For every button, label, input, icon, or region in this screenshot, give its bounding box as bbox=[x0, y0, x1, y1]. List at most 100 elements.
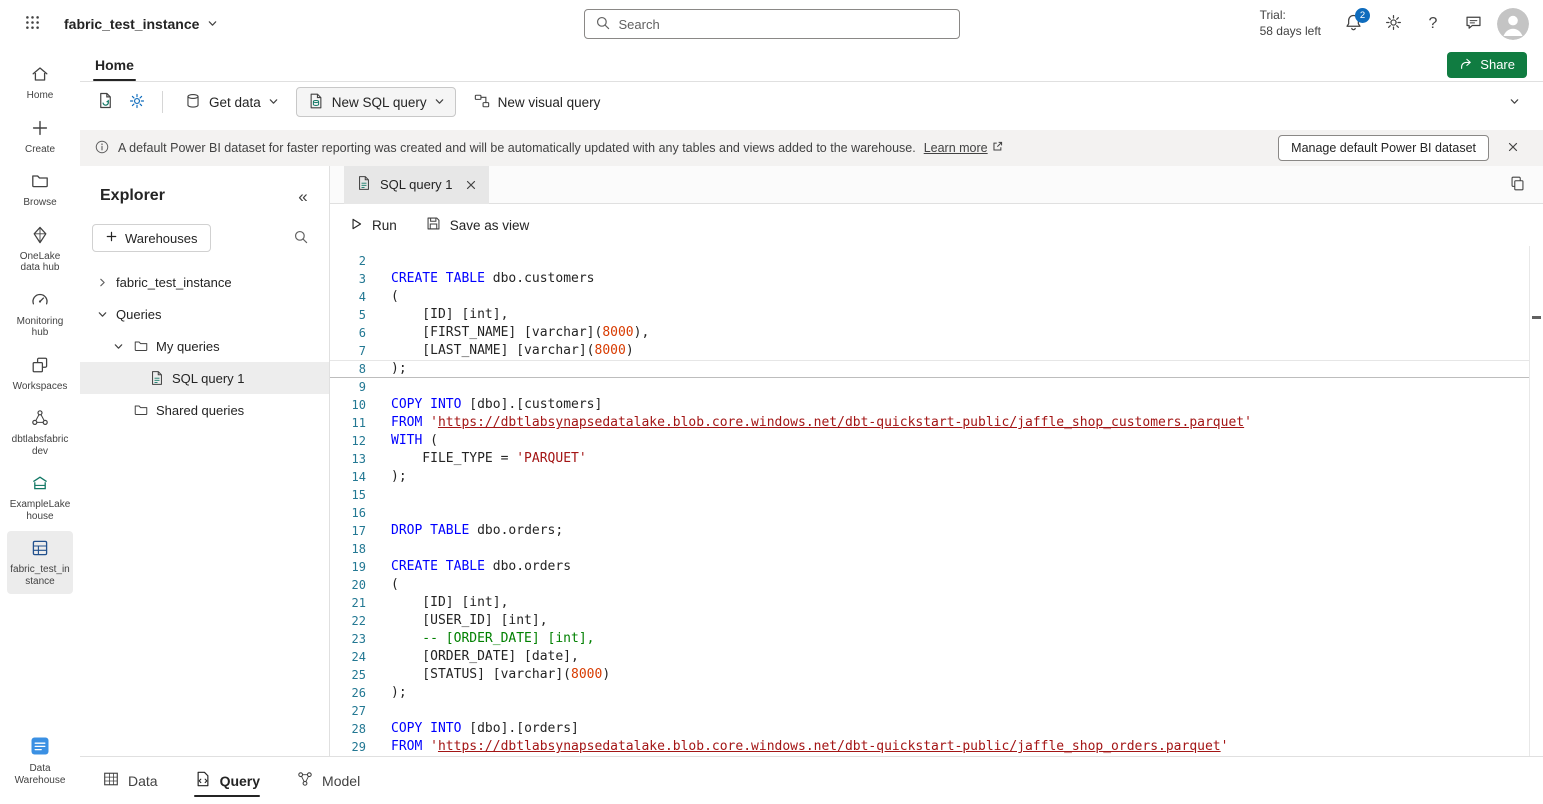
code-line-8[interactable]: 8); bbox=[330, 360, 1529, 378]
editor-scrollbar[interactable] bbox=[1529, 246, 1543, 756]
code-line-26[interactable]: 26); bbox=[330, 684, 1529, 702]
settings-button[interactable] bbox=[1377, 8, 1409, 40]
rail-item-onelake-data-hub[interactable]: OneLake data hub bbox=[7, 218, 73, 281]
code-text: [LAST_NAME] [varchar](8000) bbox=[366, 342, 634, 360]
collapse-ribbon-button[interactable] bbox=[1499, 87, 1529, 117]
code-line-6[interactable]: 6 [FIRST_NAME] [varchar](8000), bbox=[330, 324, 1529, 342]
code-line-22[interactable]: 22 [USER_ID] [int], bbox=[330, 612, 1529, 630]
search-box[interactable] bbox=[584, 9, 960, 39]
code-line-27[interactable]: 27 bbox=[330, 702, 1529, 720]
database-icon bbox=[184, 92, 202, 113]
code-token: -- [ORDER_DATE] [int], bbox=[391, 631, 595, 646]
help-button[interactable]: ? bbox=[1417, 8, 1449, 40]
notifications-button[interactable]: 2 bbox=[1337, 8, 1369, 40]
rail-item-fabric-test-instance[interactable]: fabric_test_instance bbox=[7, 531, 73, 594]
warehouses-button[interactable]: Warehouses bbox=[92, 224, 211, 252]
explorer-actions: Warehouses bbox=[80, 222, 329, 266]
line-number: 5 bbox=[330, 306, 366, 324]
view-tab-data[interactable]: Data bbox=[102, 757, 158, 804]
info-banner: A default Power BI dataset for faster re… bbox=[80, 130, 1543, 166]
code-line-21[interactable]: 21 [ID] [int], bbox=[330, 594, 1529, 612]
code-line-4[interactable]: 4( bbox=[330, 288, 1529, 306]
workspace-switcher[interactable]: fabric_test_instance bbox=[64, 16, 218, 32]
query-tab[interactable]: SQL query 1 bbox=[344, 166, 489, 204]
chevron-right-icon[interactable] bbox=[94, 277, 110, 288]
rail-item-label: ExampleLakehouse bbox=[9, 499, 71, 522]
collapse-explorer-button[interactable]: « bbox=[287, 180, 319, 212]
ribbon-tab-home[interactable]: Home bbox=[84, 48, 145, 81]
code-editor[interactable]: 23CREATE TABLE dbo.customers4(5 [ID] [in… bbox=[330, 246, 1543, 756]
account-avatar[interactable] bbox=[1497, 8, 1529, 40]
query-tab-label: SQL query 1 bbox=[380, 177, 453, 192]
query-icon bbox=[194, 770, 212, 791]
rail-item-data-warehouse[interactable]: Data Warehouse bbox=[7, 728, 73, 793]
rail-item-dbtlabsfabricdev[interactable]: dbtlabsfabricdev bbox=[7, 401, 73, 464]
view-tab-model[interactable]: Model bbox=[296, 757, 360, 804]
settings-sparkle-button[interactable] bbox=[122, 87, 152, 117]
code-line-7[interactable]: 7 [LAST_NAME] [varchar](8000) bbox=[330, 342, 1529, 360]
code-line-11[interactable]: 11FROM 'https://dbtlabsynapsedatalake.bl… bbox=[330, 414, 1529, 432]
rail-item-workspaces[interactable]: Workspaces bbox=[7, 348, 73, 400]
run-button[interactable]: Run bbox=[348, 216, 397, 235]
rail-item-label: fabric_test_instance bbox=[9, 564, 71, 587]
code-line-16[interactable]: 16 bbox=[330, 504, 1529, 522]
header-left: fabric_test_instance bbox=[16, 8, 218, 40]
editor-tab-strip: SQL query 1 bbox=[330, 166, 1543, 204]
banner-actions: Manage default Power BI dataset bbox=[1278, 132, 1529, 164]
manage-dataset-button[interactable]: Manage default Power BI dataset bbox=[1278, 135, 1489, 161]
code-line-12[interactable]: 12WITH ( bbox=[330, 432, 1529, 450]
rail-item-browse[interactable]: Browse bbox=[7, 164, 73, 216]
code-line-3[interactable]: 3CREATE TABLE dbo.customers bbox=[330, 270, 1529, 288]
code-line-25[interactable]: 25 [STATUS] [varchar](8000) bbox=[330, 666, 1529, 684]
share-button[interactable]: Share bbox=[1447, 52, 1527, 78]
code-line-2[interactable]: 2 bbox=[330, 252, 1529, 270]
code-line-20[interactable]: 20( bbox=[330, 576, 1529, 594]
chevron-down-icon[interactable] bbox=[94, 309, 110, 320]
code-line-24[interactable]: 24 [ORDER_DATE] [date], bbox=[330, 648, 1529, 666]
new-sql-query-button[interactable]: New SQL query bbox=[296, 87, 456, 117]
tree-item-sql-query-1[interactable]: SQL query 1 bbox=[80, 362, 329, 394]
workspace-org-icon bbox=[30, 408, 50, 431]
close-tab-icon[interactable] bbox=[461, 175, 481, 195]
rail-item-examplelakehouse[interactable]: ExampleLakehouse bbox=[7, 466, 73, 529]
code-line-17[interactable]: 17DROP TABLE dbo.orders; bbox=[330, 522, 1529, 540]
code-line-14[interactable]: 14); bbox=[330, 468, 1529, 486]
app-root: fabric_test_instance Trial: 58 days left… bbox=[0, 0, 1543, 804]
app-launcher-button[interactable] bbox=[16, 8, 48, 40]
get-data-button[interactable]: Get data bbox=[173, 87, 290, 117]
new-visual-query-button[interactable]: New visual query bbox=[462, 87, 612, 117]
code-line-29[interactable]: 29FROM 'https://dbtlabsynapsedatalake.bl… bbox=[330, 738, 1529, 756]
share-label: Share bbox=[1480, 57, 1515, 72]
line-number: 23 bbox=[330, 630, 366, 648]
tree-item-queries[interactable]: Queries bbox=[80, 298, 329, 330]
code-line-9[interactable]: 9 bbox=[330, 378, 1529, 396]
code-line-28[interactable]: 28COPY INTO [dbo].[orders] bbox=[330, 720, 1529, 738]
browse-folder-icon bbox=[30, 171, 50, 194]
tree-item-fabric-test-instance[interactable]: fabric_test_instance bbox=[80, 266, 329, 298]
code-line-19[interactable]: 19CREATE TABLE dbo.orders bbox=[330, 558, 1529, 576]
code-line-18[interactable]: 18 bbox=[330, 540, 1529, 558]
learn-more-link[interactable]: Learn more bbox=[924, 140, 1004, 156]
rail-item-monitoring-hub[interactable]: Monitoring hub bbox=[7, 283, 73, 346]
code-line-13[interactable]: 13 FILE_TYPE = 'PARQUET' bbox=[330, 450, 1529, 468]
banner-close-button[interactable] bbox=[1497, 132, 1529, 164]
sql-file-icon bbox=[356, 175, 372, 194]
tree-item-my-queries[interactable]: My queries bbox=[80, 330, 329, 362]
save-as-view-button[interactable]: Save as view bbox=[425, 215, 530, 235]
code-line-15[interactable]: 15 bbox=[330, 486, 1529, 504]
search-input[interactable] bbox=[619, 17, 949, 32]
view-tab-query[interactable]: Query bbox=[194, 757, 260, 804]
rail-item-create[interactable]: Create bbox=[7, 111, 73, 163]
code-line-10[interactable]: 10COPY INTO [dbo].[customers] bbox=[330, 396, 1529, 414]
feedback-button[interactable] bbox=[1457, 8, 1489, 40]
explorer-title: Explorer bbox=[100, 187, 165, 205]
explorer-search-button[interactable] bbox=[285, 222, 317, 254]
code-line-23[interactable]: 23 -- [ORDER_DATE] [int], bbox=[330, 630, 1529, 648]
copy-button[interactable] bbox=[1501, 169, 1533, 201]
chevron-down-icon[interactable] bbox=[110, 341, 126, 352]
refresh-script-button[interactable] bbox=[90, 87, 120, 117]
tree-item-shared-queries[interactable]: Shared queries bbox=[80, 394, 329, 426]
tree-item-label: Shared queries bbox=[156, 403, 244, 418]
code-line-5[interactable]: 5 [ID] [int], bbox=[330, 306, 1529, 324]
rail-item-home[interactable]: Home bbox=[7, 57, 73, 109]
